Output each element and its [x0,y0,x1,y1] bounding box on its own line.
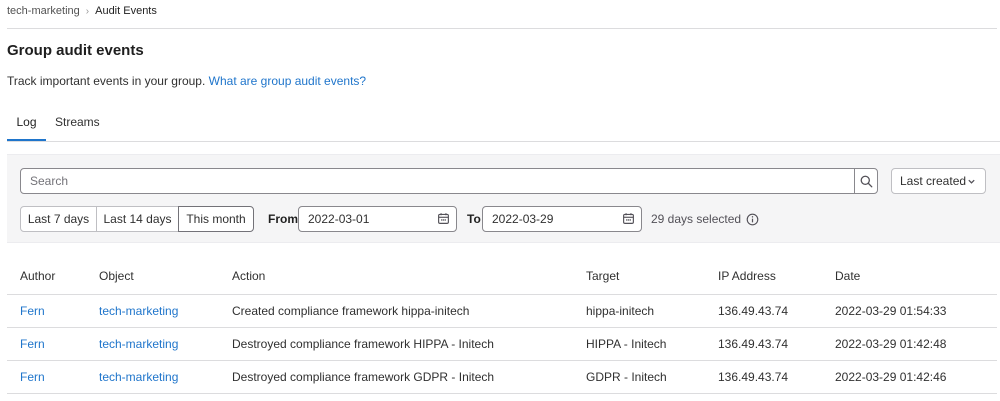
date-cell: 2022-03-29 01:42:46 [835,370,947,384]
from-date-input[interactable]: 2022-03-01 [298,206,457,232]
column-header-object: Object [99,269,134,283]
tab-bar: Log Streams [7,104,1000,142]
from-label: From [268,212,298,226]
author-link[interactable]: Fern [20,295,45,327]
tab-log[interactable]: Log [7,104,46,141]
info-icon[interactable] [746,213,759,226]
search-input[interactable] [21,169,854,193]
object-link[interactable]: tech-marketing [99,361,178,393]
author-link[interactable]: Fern [20,328,45,360]
sort-dropdown-label: Last created [900,174,967,188]
days-selected: 29 days selected [651,206,759,232]
tab-streams[interactable]: Streams [55,104,100,141]
column-header-action: Action [232,269,266,283]
help-link[interactable]: What are group audit events? [209,74,366,88]
calendar-icon [438,213,449,224]
object-link[interactable]: tech-marketing [99,295,178,327]
column-header-author: Author [20,269,56,283]
target-cell: hippa-initech [586,304,655,318]
ip-address-cell: 136.49.43.74 [718,337,789,351]
header-divider [7,28,997,29]
page-description: Track important events in your group. Wh… [7,74,366,88]
search-button[interactable] [854,169,878,193]
audit-events-table: Author Object Action Target IP Address D… [7,257,997,394]
to-date-value: 2022-03-29 [492,212,554,226]
tabs-divider [7,141,1000,142]
action-cell: Destroyed compliance framework GDPR - In… [232,370,495,384]
search-icon [860,175,873,187]
range-last-7-days-button[interactable]: Last 7 days [20,206,97,232]
action-cell: Created compliance framework hippa-inite… [232,304,470,318]
date-range-buttons: Last 7 days Last 14 days This month [20,206,254,232]
description-text: Track important events in your group. [7,74,206,88]
breadcrumb-current[interactable]: Audit Events [95,5,157,17]
table-header: Author Object Action Target IP Address D… [7,257,997,295]
date-cell: 2022-03-29 01:54:33 [835,304,947,318]
column-header-ip-address: IP Address [718,269,776,283]
ip-address-cell: 136.49.43.74 [718,304,789,318]
table-row: Fern tech-marketing Created compliance f… [7,295,997,328]
target-cell: GDPR - Initech [586,370,667,384]
to-date-input[interactable]: 2022-03-29 [482,206,642,232]
breadcrumb-group-link[interactable]: tech-marketing [7,5,80,17]
chevron-down-icon [968,179,975,184]
range-last-14-days-button[interactable]: Last 14 days [96,206,179,232]
range-this-month-button[interactable]: This month [178,206,254,232]
action-cell: Destroyed compliance framework HIPPA - I… [232,337,494,351]
sort-dropdown[interactable]: Last created [891,168,986,194]
ip-address-cell: 136.49.43.74 [718,370,789,384]
column-header-date: Date [835,269,861,283]
search-box [20,168,878,194]
breadcrumb: tech-marketing › Audit Events [7,4,157,18]
target-cell: HIPPA - Initech [586,337,667,351]
from-date-value: 2022-03-01 [308,212,370,226]
page-title: Group audit events [7,42,144,59]
table-row: Fern tech-marketing Destroyed compliance… [7,361,997,394]
column-header-target: Target [586,269,620,283]
to-label: To [467,212,481,226]
calendar-icon [623,213,634,224]
days-selected-text: 29 days selected [651,212,742,226]
author-link[interactable]: Fern [20,361,45,393]
object-link[interactable]: tech-marketing [99,328,178,360]
filter-panel: Last created Last 7 days Last 14 days Th… [7,154,1000,243]
date-cell: 2022-03-29 01:42:48 [835,337,947,351]
chevron-right-icon: › [85,5,90,17]
table-row: Fern tech-marketing Destroyed compliance… [7,328,997,361]
